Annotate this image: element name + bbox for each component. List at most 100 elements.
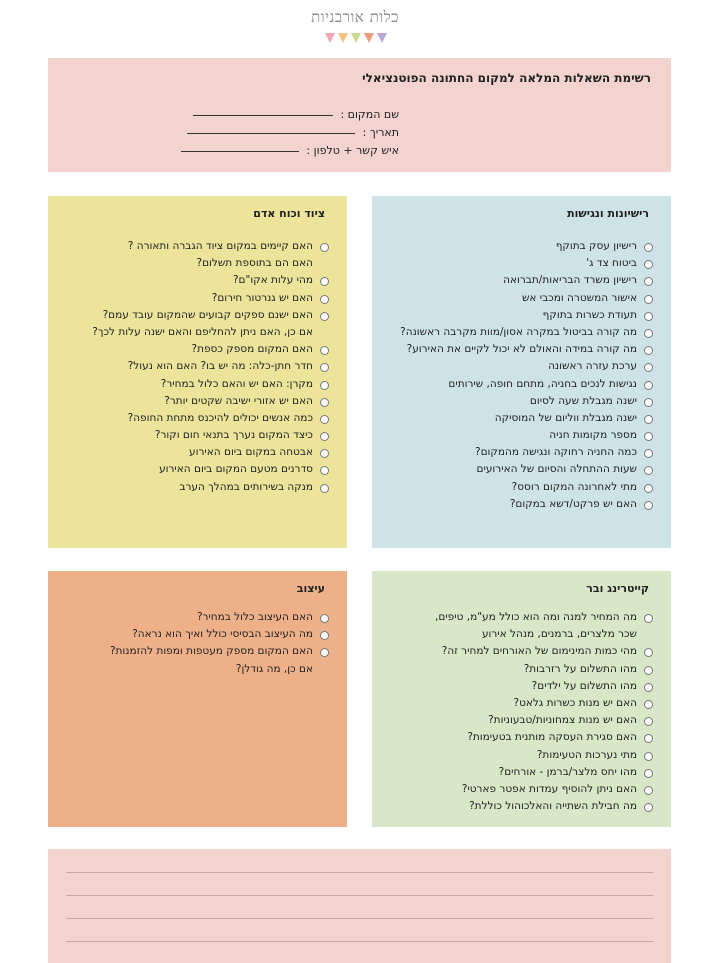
checkbox-icon[interactable]: [644, 277, 653, 287]
list-item[interactable]: ישנה מגבלת שעה לסיום: [400, 393, 653, 410]
list-item[interactable]: האם ישנם ספקים קבועים שהמקום עובד עמם?: [92, 307, 329, 324]
list-item[interactable]: מה העיצוב הבסיסי כולל ואיך הוא נראה?: [110, 626, 329, 643]
list-item[interactable]: מהו יחס מלצר/ברמן - אורחים?: [435, 764, 653, 781]
list-item[interactable]: מה קורה בביטול במקרה אסון/מוות מקרבה ראש…: [400, 324, 653, 341]
checkbox-icon[interactable]: [644, 699, 653, 709]
list-item[interactable]: האם יש מנות כשרות גלאט?: [435, 695, 653, 712]
venue-name-field[interactable]: שם המקום :: [192, 108, 399, 121]
list-item[interactable]: האם יש פרקט/דשא במקום?: [400, 496, 653, 513]
list-item[interactable]: כמה החניה רחוקה ונגישה מהמקום?: [400, 444, 653, 461]
checkbox-icon[interactable]: [644, 466, 653, 476]
list-item[interactable]: מנקה בשירותים במהלך הערב: [92, 479, 329, 496]
list-item[interactable]: רישיון משרד הבריאות/תברואה: [400, 272, 653, 289]
list-item[interactable]: מהי עלות אקו"ם?: [92, 272, 329, 289]
checkbox-icon[interactable]: [320, 363, 329, 373]
checkbox-icon[interactable]: [644, 734, 653, 744]
list-item[interactable]: סדרנים מטעם המקום ביום האירוע: [92, 461, 329, 478]
checkbox-icon[interactable]: [644, 483, 653, 493]
checkbox-icon[interactable]: [320, 449, 329, 459]
checkbox-icon[interactable]: [320, 346, 329, 356]
list-item[interactable]: ערכת עזרה ראשונה: [400, 358, 653, 375]
list-item[interactable]: האם קיימים במקום ציוד הגברה ותאורה ?: [92, 238, 329, 255]
checkbox-icon[interactable]: [644, 449, 653, 459]
checkbox-icon[interactable]: [320, 483, 329, 493]
checkbox-icon[interactable]: [644, 500, 653, 510]
list-item[interactable]: האם המקום מספק כספת?: [92, 341, 329, 358]
checkbox-icon[interactable]: [644, 717, 653, 727]
checkbox-icon[interactable]: [644, 311, 653, 321]
checkbox-icon[interactable]: [320, 243, 329, 252]
checkbox-icon[interactable]: [320, 311, 329, 321]
list-item[interactable]: תעודת כשרות בתוקף: [400, 307, 653, 324]
list-item[interactable]: מה קורה במידה והאולם לא יכול לקיים את הא…: [400, 341, 653, 358]
checkbox-icon[interactable]: [320, 432, 329, 442]
list-item[interactable]: נגישות לנכים בחניה, מתחם חופה, שירותים: [400, 376, 653, 393]
date-line[interactable]: [187, 132, 356, 134]
checkbox-icon[interactable]: [644, 648, 653, 658]
checkbox-icon[interactable]: [320, 380, 329, 390]
checkbox-icon[interactable]: [644, 751, 653, 761]
note-line[interactable]: [66, 918, 653, 919]
list-item[interactable]: האם המקום מספק מעטפות ומפות להזמנות?: [110, 643, 329, 660]
list-item[interactable]: ביטוח צד ג': [400, 255, 653, 272]
list-item[interactable]: מהי כמות המינימום של האורחים למחיר זה?: [435, 643, 653, 660]
checkbox-icon[interactable]: [320, 614, 329, 623]
checkbox-icon[interactable]: [320, 277, 329, 287]
checkbox-icon[interactable]: [320, 631, 329, 641]
notes-section[interactable]: [48, 849, 671, 963]
checkbox-icon[interactable]: [320, 466, 329, 476]
list-item[interactable]: ישנה מגבלת ווליום של המוסיקה: [400, 410, 653, 427]
list-item[interactable]: מהו התשלום על רזרבות?: [435, 661, 653, 678]
list-item[interactable]: מהו התשלום על ילדים?: [435, 678, 653, 695]
list-item[interactable]: מתי נערכות הטעימות?: [435, 747, 653, 764]
checkbox-icon[interactable]: [644, 785, 653, 795]
flag-2: [338, 33, 348, 43]
checkbox-icon[interactable]: [644, 294, 653, 304]
checkbox-icon[interactable]: [644, 243, 653, 252]
list-item[interactable]: מה המחיר למנה ומה הוא כולל מע"מ, טיפים,: [435, 609, 653, 626]
note-line[interactable]: [66, 895, 653, 896]
list-item[interactable]: מה חבילת השתייה והאלכוהול כוללת?: [435, 798, 653, 815]
venue-name-line[interactable]: [192, 114, 333, 116]
list-item[interactable]: כמה אנשים יכולים להיכנס מתחת החופה?: [92, 410, 329, 427]
checkbox-icon[interactable]: [320, 414, 329, 424]
checkbox-icon[interactable]: [644, 328, 653, 338]
note-line[interactable]: [66, 872, 653, 873]
checkbox-icon[interactable]: [644, 380, 653, 390]
checkbox-icon[interactable]: [644, 803, 653, 813]
list-item[interactable]: אישור המשטרה ומכבי אש: [400, 290, 653, 307]
list-item[interactable]: האם יש גנרטור חירום?: [92, 290, 329, 307]
list-item[interactable]: מספר מקומות חניה: [400, 427, 653, 444]
contact-field[interactable]: איש קשר + טלפון :: [180, 144, 399, 157]
list-item[interactable]: האם ניתן להוסיף עמדות אפטר פארטי?: [435, 781, 653, 798]
note-line[interactable]: [66, 941, 653, 942]
checkbox-icon[interactable]: [644, 682, 653, 692]
list-item[interactable]: שעות ההתחלה והסיום של האירועים: [400, 461, 653, 478]
checkbox-icon[interactable]: [320, 648, 329, 658]
list-item[interactable]: חדר חתן-כלה: מה יש בו? האם הוא נעול?: [92, 358, 329, 375]
licenses-section: רישיונות ונגישות רישיון עסק בתוקף ביטוח …: [372, 196, 671, 548]
checkbox-icon[interactable]: [644, 363, 653, 373]
checkbox-icon[interactable]: [644, 665, 653, 675]
checkbox-icon[interactable]: [644, 346, 653, 356]
list-item[interactable]: האם יש מנות צמחוניות/טבעוניות?: [435, 712, 653, 729]
list-item[interactable]: כיצד המקום נערך בתנאי חום וקור?: [92, 427, 329, 444]
list-item[interactable]: מקרן: האם יש והאם כלול במחיר?: [92, 376, 329, 393]
checkbox-icon[interactable]: [320, 397, 329, 407]
checkbox-icon[interactable]: [644, 414, 653, 424]
list-item: אם כן, מה גודלן?: [235, 662, 313, 675]
list-item[interactable]: האם יש אזורי ישיבה שקטים יותר?: [92, 393, 329, 410]
list-item[interactable]: אבטחה במקום ביום האירוע: [92, 444, 329, 461]
checkbox-icon[interactable]: [644, 432, 653, 442]
checkbox-icon[interactable]: [644, 397, 653, 407]
list-item[interactable]: האם העיצוב כלול במחיר?: [110, 609, 329, 626]
checkbox-icon[interactable]: [644, 614, 653, 623]
checkbox-icon[interactable]: [644, 768, 653, 778]
checkbox-icon[interactable]: [320, 294, 329, 304]
date-field[interactable]: תאריך :: [187, 126, 399, 139]
list-item[interactable]: רישיון עסק בתוקף: [400, 238, 653, 255]
list-item[interactable]: מתי לאחרונה המקום רוסס?: [400, 479, 653, 496]
checkbox-icon[interactable]: [644, 260, 653, 270]
contact-line[interactable]: [180, 150, 299, 152]
list-item[interactable]: האם סגירת העסקה מותנית בטעימות?: [435, 729, 653, 746]
